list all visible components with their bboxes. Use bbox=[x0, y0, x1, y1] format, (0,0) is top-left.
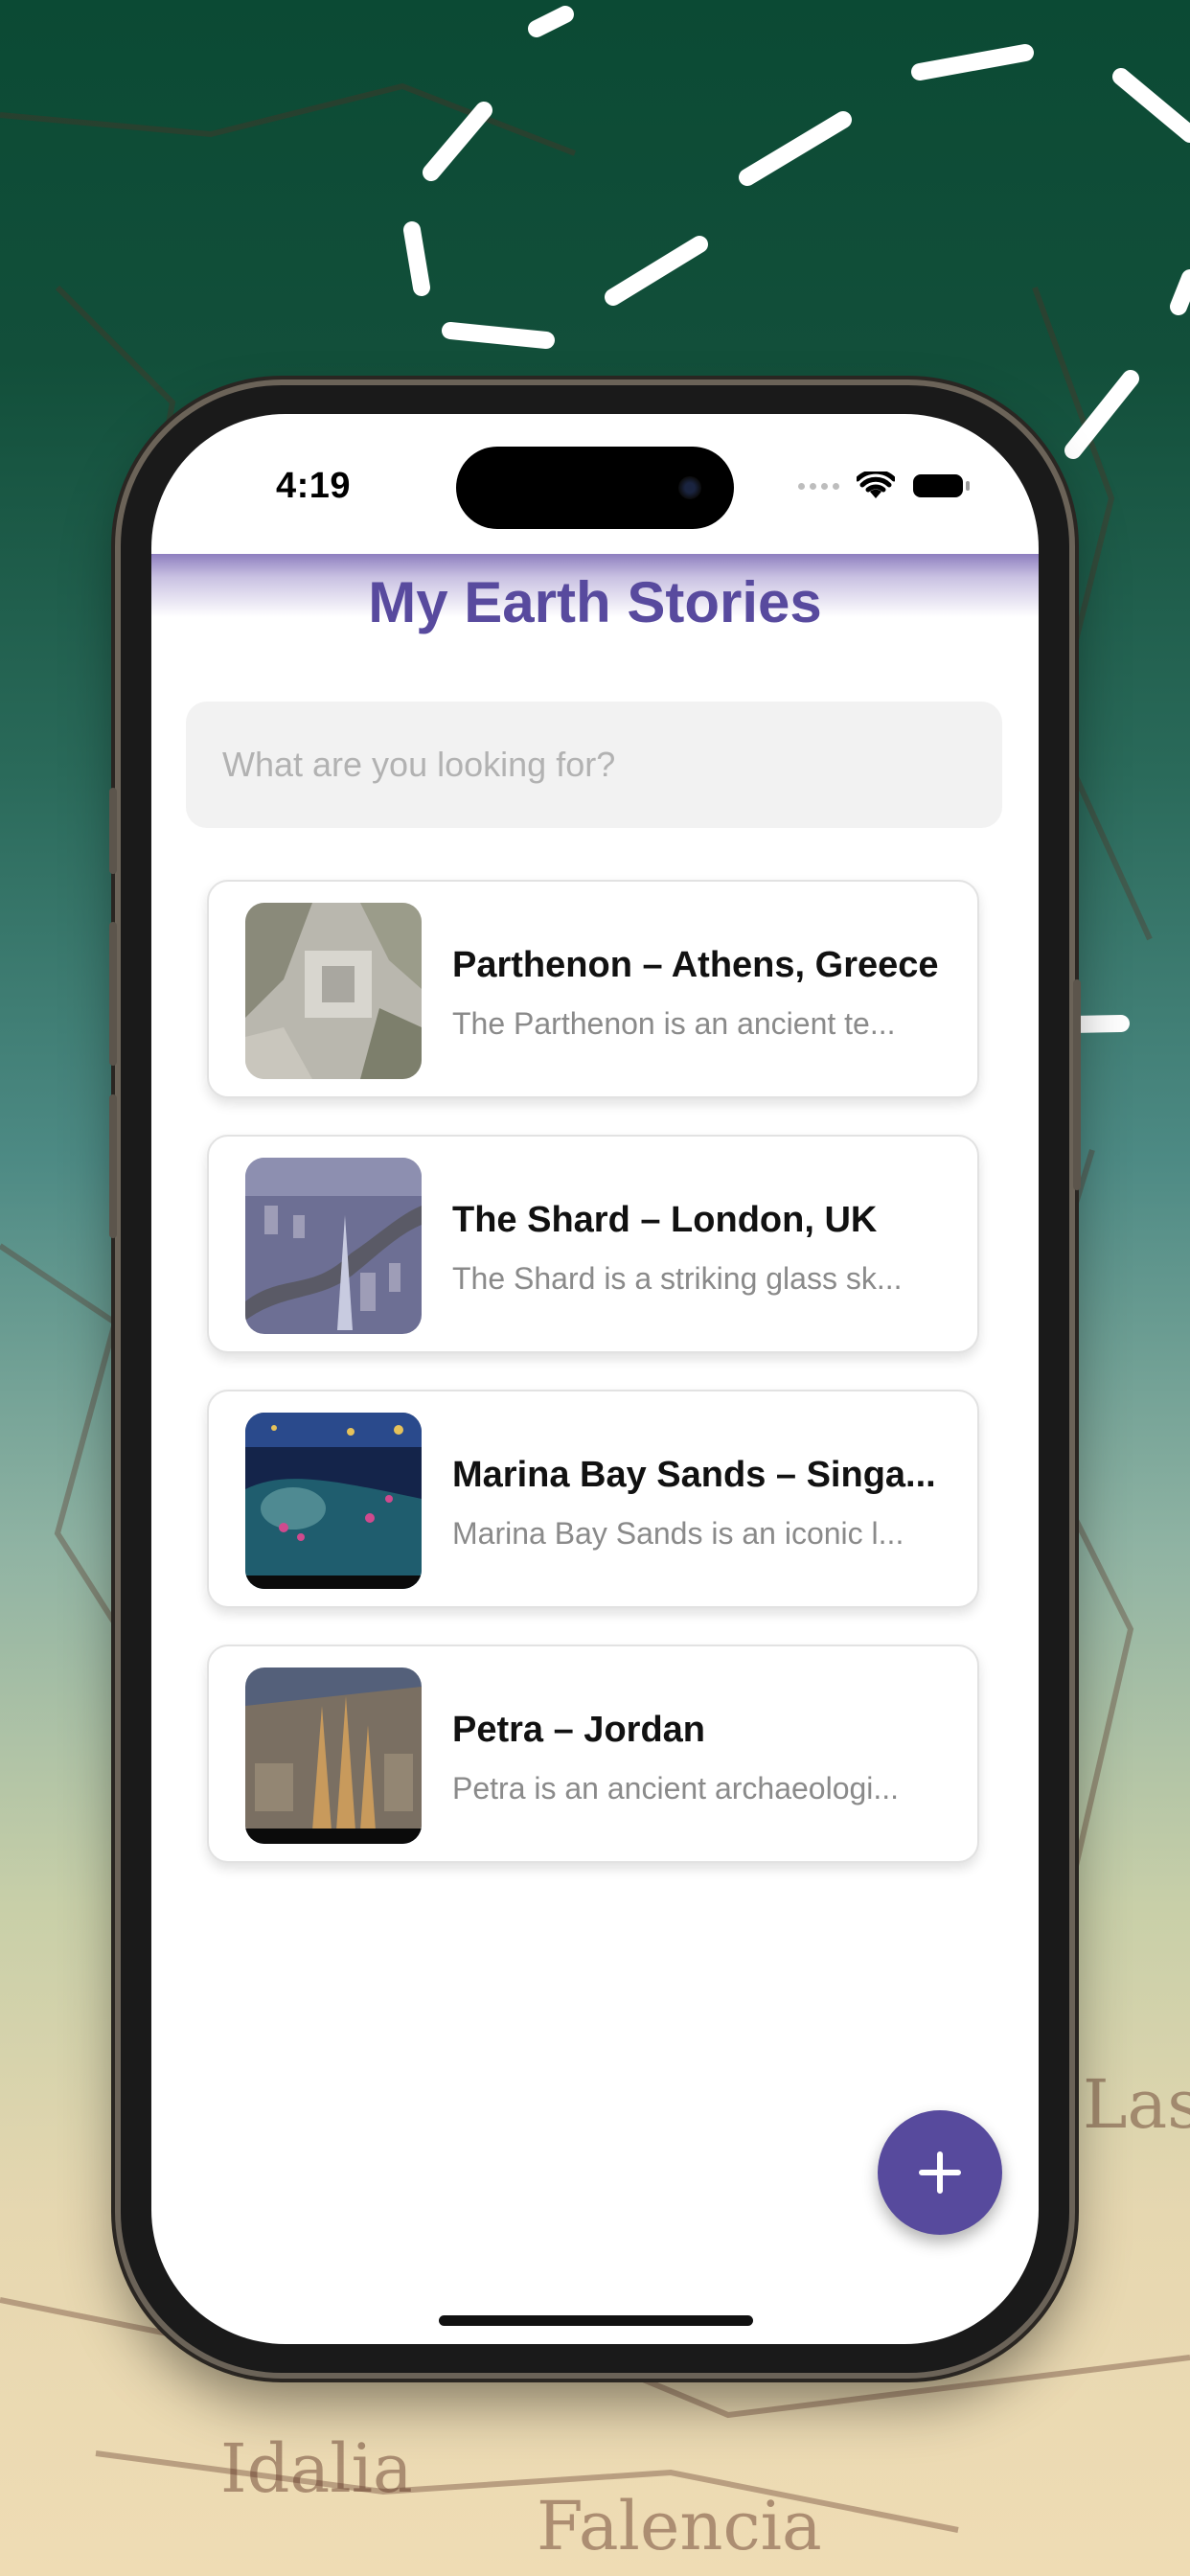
story-title: The Shard – London, UK bbox=[452, 1200, 878, 1240]
svg-text:Las: Las bbox=[1083, 2065, 1190, 2144]
dynamic-island bbox=[456, 447, 734, 529]
phone-frame: 4:19 My Earth Stories What are you looki… bbox=[109, 385, 1081, 2373]
volume-up-button bbox=[109, 922, 117, 1066]
story-card[interactable]: Petra – Jordan Petra is an ancient archa… bbox=[207, 1644, 979, 1863]
camera-icon bbox=[678, 476, 701, 499]
story-description: Marina Bay Sands is an iconic l... bbox=[452, 1516, 904, 1551]
home-indicator[interactable] bbox=[439, 2315, 753, 2326]
status-icons bbox=[798, 472, 972, 500]
aerial-ruins-photo bbox=[245, 903, 422, 1079]
story-card[interactable]: The Shard – London, UK The Shard is a st… bbox=[207, 1135, 979, 1353]
city-cathedral-photo bbox=[245, 1668, 422, 1844]
search-input[interactable] bbox=[186, 702, 1002, 828]
page-title: My Earth Stories bbox=[368, 570, 822, 634]
story-description: Petra is an ancient archaeologi... bbox=[452, 1771, 900, 1806]
story-card[interactable]: Marina Bay Sands – Singa... Marina Bay S… bbox=[207, 1390, 979, 1608]
story-title: Petra – Jordan bbox=[452, 1710, 705, 1750]
battery-icon bbox=[913, 474, 970, 497]
london-city-aerial-photo bbox=[245, 1158, 422, 1334]
svg-text:Idalia: Idalia bbox=[220, 2429, 413, 2508]
story-description: The Parthenon is an ancient te... bbox=[452, 1006, 896, 1041]
story-title: Parthenon – Athens, Greece bbox=[452, 945, 939, 985]
singapore-night-photo bbox=[245, 1413, 422, 1589]
wifi-icon bbox=[857, 472, 895, 498]
story-title: Marina Bay Sands – Singa... bbox=[452, 1455, 936, 1495]
volume-down-button bbox=[109, 1094, 117, 1238]
app-screen: 4:19 My Earth Stories What are you looki… bbox=[151, 414, 1039, 2344]
status-bar: 4:19 bbox=[151, 414, 1039, 558]
action-button bbox=[109, 788, 117, 874]
story-card[interactable]: Parthenon – Athens, Greece The Parthenon… bbox=[207, 880, 979, 1098]
svg-text:Falencia: Falencia bbox=[537, 2487, 822, 2565]
add-story-button[interactable] bbox=[878, 2110, 1002, 2235]
power-button bbox=[1073, 979, 1081, 1190]
plus-icon bbox=[919, 2151, 961, 2194]
status-time: 4:19 bbox=[276, 466, 352, 506]
story-list: Parthenon – Athens, Greece The Parthenon… bbox=[207, 880, 979, 1899]
cellular-signal-icon bbox=[798, 482, 839, 490]
story-description: The Shard is a striking glass sk... bbox=[452, 1261, 903, 1296]
